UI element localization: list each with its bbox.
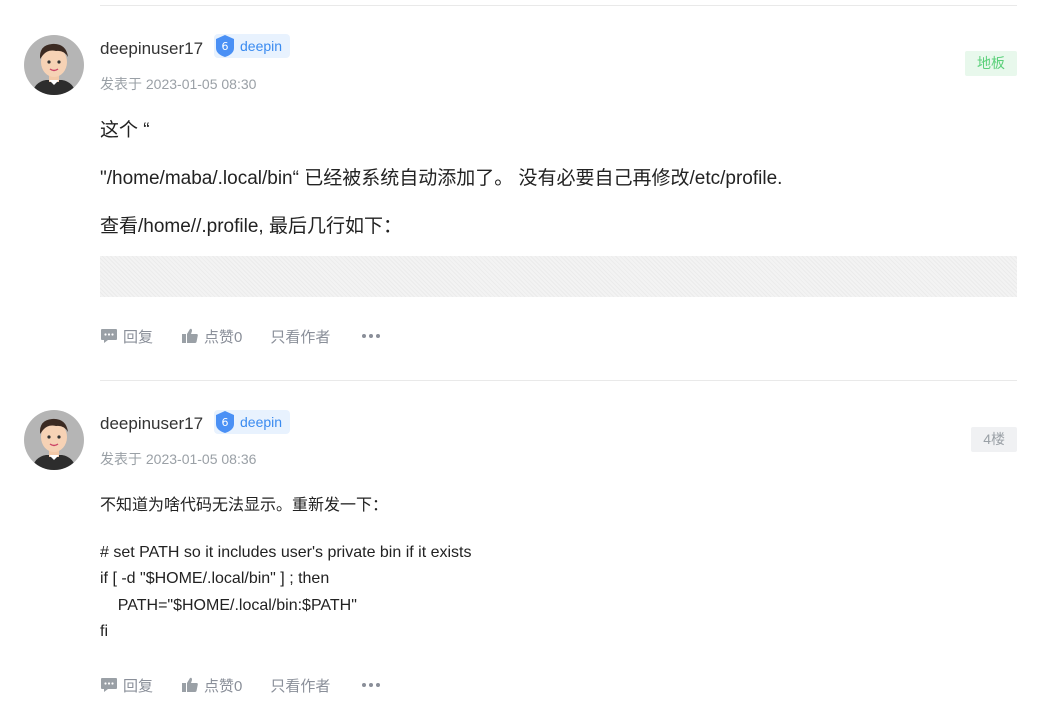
author-only-label: 只看作者 bbox=[270, 677, 331, 695]
badge-label: deepin bbox=[240, 414, 283, 430]
post-actions: 回复 点赞0 只看作者 bbox=[100, 325, 381, 347]
paragraph: 这个 “ bbox=[100, 120, 150, 141]
post-actions: 回复 点赞0 只看作者 bbox=[100, 674, 381, 696]
more-dots-icon bbox=[362, 683, 367, 687]
floor-badge: 地板 bbox=[965, 51, 1017, 76]
comment-icon bbox=[101, 329, 117, 343]
reply-label: 回复 bbox=[123, 328, 154, 346]
reply-button[interactable]: 回复 bbox=[100, 675, 153, 696]
like-button[interactable]: 点赞0 bbox=[181, 675, 242, 696]
svg-text:6: 6 bbox=[222, 40, 229, 53]
more-options-button[interactable] bbox=[362, 334, 381, 338]
like-label: 点赞0 bbox=[204, 328, 243, 346]
text-line: 不知道为啥代码无法显示。重新发一下： bbox=[100, 497, 389, 514]
more-options-button[interactable] bbox=[362, 683, 381, 687]
post-divider bbox=[100, 380, 1017, 381]
badge-label: deepin bbox=[240, 38, 283, 54]
empty-code-block bbox=[100, 256, 1017, 297]
level-shield-icon: 6 bbox=[216, 35, 234, 57]
svg-text:6: 6 bbox=[222, 416, 229, 429]
paragraph: "/home/maba/.local/bin“ 已经被系统自动添加了。 没有必要… bbox=[100, 168, 783, 189]
code-line: PATH="$HOME/.local/bin:$PATH" bbox=[100, 597, 357, 614]
thumbs-up-icon bbox=[182, 328, 198, 343]
top-divider bbox=[100, 5, 1017, 6]
code-line: if [ -d "$HOME/.local/bin" ] ; then bbox=[100, 570, 330, 587]
author-only-label: 只看作者 bbox=[270, 328, 331, 346]
username[interactable]: deepinuser17 bbox=[100, 414, 203, 434]
post-time: 发表于 2023-01-05 08:30 bbox=[100, 76, 257, 92]
code-line: fi bbox=[100, 623, 108, 640]
code-line: # set PATH so it includes user's private… bbox=[100, 544, 472, 561]
author-only-button[interactable]: 只看作者 bbox=[270, 675, 330, 696]
avatar[interactable] bbox=[24, 35, 84, 95]
user-level-badge: 6 deepin bbox=[214, 410, 291, 434]
floor-badge: 4楼 bbox=[971, 427, 1017, 452]
avatar[interactable] bbox=[24, 410, 84, 470]
paragraph: 查看/home//.profile, 最后几行如下： bbox=[100, 216, 402, 237]
user-level-badge: 6 deepin bbox=[214, 34, 291, 58]
author-only-button[interactable]: 只看作者 bbox=[270, 326, 330, 347]
reply-label: 回复 bbox=[123, 677, 154, 695]
post-time: 发表于 2023-01-05 08:36 bbox=[100, 451, 257, 467]
username[interactable]: deepinuser17 bbox=[100, 39, 203, 59]
like-button[interactable]: 点赞0 bbox=[181, 326, 242, 347]
reply-button[interactable]: 回复 bbox=[100, 326, 153, 347]
more-dots-icon bbox=[362, 334, 367, 338]
level-shield-icon: 6 bbox=[216, 411, 234, 433]
like-label: 点赞0 bbox=[204, 677, 243, 695]
comment-icon bbox=[101, 678, 117, 692]
thumbs-up-icon bbox=[182, 677, 198, 692]
